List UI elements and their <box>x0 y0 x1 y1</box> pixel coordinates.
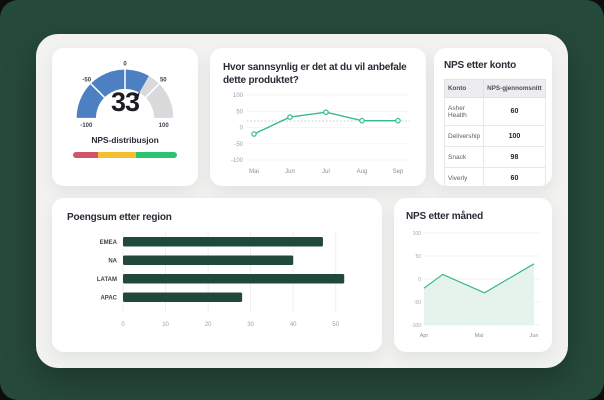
nps-by-month-card: NPS etter måned 100 50 0 -50 -100 Apr Mai Jun <box>394 198 552 352</box>
account-nps-value: 60 <box>484 168 546 189</box>
x-tick-label: Jun <box>530 333 539 339</box>
bar <box>123 237 323 247</box>
y-tick-label: -100 <box>231 158 244 164</box>
score-by-region-card: Poengsum etter region 0 10 20 30 40 50 EMEA NA L… <box>52 198 382 352</box>
x-tick-label: Jul <box>322 169 330 175</box>
accounts-table: KontoNPS-gjennomsnitt Asher Health60Deli… <box>444 79 546 189</box>
bar <box>123 274 344 284</box>
data-point <box>288 115 292 119</box>
y-tick-label: -50 <box>414 300 421 306</box>
gauge-tick-label: -50 <box>82 78 91 84</box>
category-label: LATAM <box>97 277 117 283</box>
gauge-value: 33 <box>67 87 183 118</box>
x-tick-label: 50 <box>332 322 339 328</box>
table-row: Snack98 <box>445 147 546 168</box>
y-tick-label: 0 <box>418 277 421 283</box>
table-header-row: KontoNPS-gjennomsnitt <box>445 80 546 98</box>
nps-distribution-bar <box>73 152 177 158</box>
category-label: APAC <box>100 296 117 302</box>
category-label: NA <box>108 259 117 265</box>
x-tick-label: 20 <box>205 322 212 328</box>
x-tick-label: 40 <box>290 322 297 328</box>
distribution-segment-detractors <box>73 152 98 158</box>
gauge-tick-label: 0 <box>123 62 127 68</box>
x-tick-label: Apr <box>420 333 429 339</box>
account-name: Delivership <box>445 126 484 147</box>
data-point <box>324 110 328 114</box>
y-tick-label: -50 <box>234 142 243 148</box>
bar <box>123 293 242 303</box>
line-chart: 100 50 0 -50 -100 Mai Jun Jul Aug Sep <box>223 92 411 176</box>
column-header: NPS-gjennomsnitt <box>484 80 546 98</box>
nps-by-account-card: NPS etter konto KontoNPS-gjennomsnitt As… <box>434 48 552 186</box>
x-tick-label: 0 <box>121 322 125 328</box>
category-label: EMEA <box>100 240 118 246</box>
column-header: Konto <box>445 80 484 98</box>
account-name: Snack <box>445 147 484 168</box>
data-point <box>252 132 256 136</box>
y-tick-label: 50 <box>236 110 243 116</box>
x-tick-label: 30 <box>247 322 254 328</box>
x-tick-label: Sep <box>393 169 404 175</box>
area-chart: 100 50 0 -50 -100 Apr Mai Jun <box>406 229 540 339</box>
distribution-segment-passives <box>98 152 136 158</box>
y-tick-label: 0 <box>240 126 244 132</box>
distribution-segment-promoters <box>136 152 177 158</box>
gauge-tick-label: -100 <box>80 123 93 129</box>
account-nps-value: 98 <box>484 147 546 168</box>
x-tick-label: Mai <box>249 169 259 175</box>
bar <box>123 256 293 266</box>
y-tick-label: 50 <box>415 254 421 260</box>
card-title: Hvor sannsynlig er det at du vil anbefal… <box>223 61 413 87</box>
table-row: Asher Health60 <box>445 98 546 126</box>
y-tick-label: -100 <box>411 323 421 329</box>
card-title: Poengsum etter region <box>67 211 367 224</box>
line-series <box>254 113 398 135</box>
table-row: Viverly60 <box>445 168 546 189</box>
dashboard-panel: -100-50050100 33 NPS-distribusjon Hvor s… <box>36 34 568 368</box>
card-title: NPS etter måned <box>406 210 540 223</box>
account-name: Viverly <box>445 168 484 189</box>
data-point <box>360 119 364 123</box>
account-nps-value: 100 <box>484 126 546 147</box>
gauge-tick-label: 50 <box>160 78 167 84</box>
account-nps-value: 60 <box>484 98 546 126</box>
data-point <box>396 119 400 123</box>
dashboard-frame: -100-50050100 33 NPS-distribusjon Hvor s… <box>0 0 604 400</box>
card-title: NPS etter konto <box>444 59 542 72</box>
x-tick-label: Mai <box>475 333 484 339</box>
account-name: Asher Health <box>445 98 484 126</box>
bar-chart: 0 10 20 30 40 50 EMEA NA LATAM APAC <box>67 229 367 341</box>
nps-gauge-card: -100 -50 0 50 100 33 NPS-distribusjon <box>52 48 198 186</box>
gauge-title: NPS-distribusjon <box>52 135 198 145</box>
nps-gauge: -100 -50 0 50 100 33 <box>67 58 183 130</box>
gauge-tick-label: 100 <box>159 123 170 129</box>
x-tick-label: 10 <box>162 322 169 328</box>
y-tick-label: 100 <box>413 231 422 237</box>
table-row: Delivership100 <box>445 126 546 147</box>
x-tick-label: Aug <box>357 169 368 175</box>
x-tick-label: Jun <box>285 169 295 175</box>
recommend-likelihood-card: Hvor sannsynlig er det at du vil anbefal… <box>210 48 426 186</box>
y-tick-label: 100 <box>233 93 244 99</box>
